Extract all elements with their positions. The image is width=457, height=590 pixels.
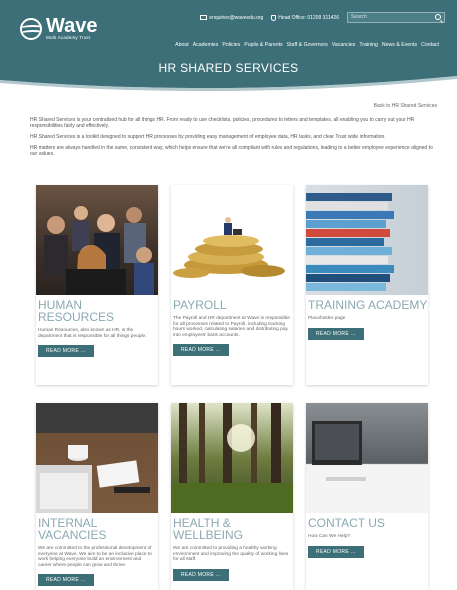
nav-contact[interactable]: Contact	[421, 42, 439, 48]
nav-news-events[interactable]: News & Events	[382, 42, 417, 48]
card-contact-us: CONTACT US How Can We Help? READ MORE ..…	[306, 403, 428, 590]
search-icon[interactable]	[435, 14, 441, 20]
card-human-resources: HUMAN RESOURCES Human Resources, also kn…	[36, 185, 158, 385]
site-header: Wave Multi Academy Trust enquiries@wavee…	[0, 0, 457, 58]
card-description: How Can We Help?	[308, 534, 351, 539]
intro-paragraph: HR Shared Services is a toolkit designed…	[30, 134, 386, 140]
card-title[interactable]: INTERNAL VACANCIES	[36, 513, 158, 541]
nav-policies[interactable]: Policies	[222, 42, 240, 48]
page-banner: HR SHARED SERVICES	[0, 58, 457, 92]
page-title: HR SHARED SERVICES	[158, 61, 299, 75]
nav-staff-governors[interactable]: Staff & Governors	[287, 42, 328, 48]
card-internal-vacancies: INTERNAL VACANCIES We are committed to t…	[36, 403, 158, 590]
phone-icon	[271, 14, 277, 21]
intro-paragraph: HR Shared Services is your centralised h…	[30, 117, 415, 129]
breadcrumb[interactable]: Back to HR Shared Services	[374, 103, 437, 109]
internal-vacancies-image	[36, 403, 158, 513]
wave-logo[interactable]: Wave Multi Academy Trust	[20, 15, 98, 41]
phone-text: Head Office: 01209 311426	[278, 14, 339, 21]
card-title[interactable]: CONTACT US	[306, 513, 428, 529]
contact-bar: enquiries@waveedu.org Head Office: 01209…	[200, 12, 445, 23]
email-link[interactable]: enquiries@waveedu.org	[200, 15, 263, 21]
card-description: The Payroll and HR department at Wave is…	[173, 316, 290, 338]
health-wellbeing-image	[171, 403, 293, 513]
search-input[interactable]: Search	[347, 12, 445, 23]
card-health-wellbeing: HEALTH & WELLBEING We are committed to p…	[171, 403, 293, 590]
nav-vacancies[interactable]: Vacancies	[332, 42, 356, 48]
read-more-button[interactable]: READ MORE ...	[308, 327, 364, 340]
payroll-image	[171, 185, 293, 295]
nav-about[interactable]: About	[175, 42, 189, 48]
read-more-button[interactable]: READ MORE ...	[173, 568, 229, 581]
card-title[interactable]: PAYROLL	[171, 295, 293, 311]
card-payroll: PAYROLL The Payroll and HR department at…	[171, 185, 293, 385]
main-nav: About Academies Policies Pupils & Parent…	[171, 42, 439, 48]
read-more-button[interactable]: READ MORE ...	[38, 574, 94, 587]
card-training-academy: TRAINING ACADEMY Placeholder page READ M…	[306, 185, 428, 385]
email-text: enquiries@waveedu.org	[209, 14, 264, 21]
read-more-button[interactable]: READ MORE ...	[173, 344, 229, 357]
intro-paragraph: HR matters are always handled in the sam…	[30, 145, 433, 157]
card-description: We are committed to providing a healthy …	[173, 546, 289, 563]
training-academy-image	[306, 185, 428, 295]
nav-academies[interactable]: Academies	[193, 42, 219, 48]
card-description: We are committed to the professional dev…	[38, 546, 152, 568]
read-more-button[interactable]: READ MORE ...	[38, 345, 94, 358]
contact-us-image	[306, 403, 428, 513]
card-description: Placeholder page	[308, 316, 346, 321]
nav-training[interactable]: Training	[359, 42, 378, 48]
search-placeholder: Search	[351, 14, 367, 20]
phone-link[interactable]: Head Office: 01209 311426	[271, 14, 339, 21]
card-description: Human Resources, also known as HR, is th…	[38, 328, 147, 339]
wave-logo-icon	[20, 18, 42, 40]
intro-text: HR Shared Services is your centralised h…	[30, 117, 438, 162]
logo-subtitle: Multi Academy Trust	[46, 35, 91, 40]
human-resources-image	[36, 185, 158, 295]
card-title[interactable]: HEALTH & WELLBEING	[171, 513, 293, 541]
nav-pupils-parents[interactable]: Pupils & Parents	[244, 42, 282, 48]
logo-word: Wave	[46, 15, 98, 37]
card-title[interactable]: HUMAN RESOURCES	[36, 295, 158, 323]
envelope-icon	[200, 15, 208, 20]
card-title[interactable]: TRAINING ACADEMY	[306, 295, 428, 311]
read-more-button[interactable]: READ MORE ...	[308, 545, 364, 558]
